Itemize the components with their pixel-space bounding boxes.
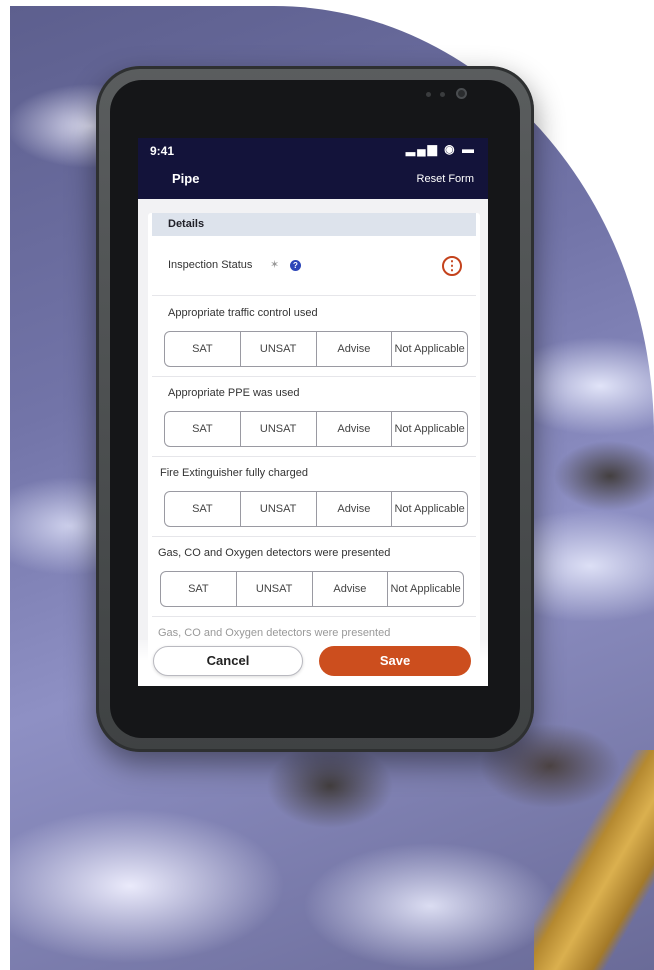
answer-segmented-control: SAT UNSAT Advise Not Applicable <box>164 411 468 447</box>
option-sat-button[interactable]: SAT <box>161 572 237 606</box>
option-advise-button[interactable]: Advise <box>317 412 393 446</box>
answer-segmented-control: SAT UNSAT Advise Not Applicable <box>160 571 464 607</box>
question-item: Fire Extinguisher fully charged SAT UNSA… <box>152 456 476 537</box>
question-label: Appropriate PPE was used <box>168 387 300 399</box>
option-unsat-button[interactable]: UNSAT <box>241 492 317 526</box>
app-header: 9:41 ▂▄▆ ◉ ▬ Pipe Reset Form <box>138 138 488 199</box>
help-icon[interactable]: ? <box>290 260 301 271</box>
option-unsat-button[interactable]: UNSAT <box>237 572 313 606</box>
option-not-applicable-button[interactable]: Not Applicable <box>392 492 467 526</box>
cancel-button[interactable]: Cancel <box>153 646 303 676</box>
inspection-status-row: Inspection Status ✶ ? ⋮ <box>152 237 476 296</box>
tablet-screen: 9:41 ▂▄▆ ◉ ▬ Pipe Reset Form Details Ins… <box>138 138 488 686</box>
option-sat-button[interactable]: SAT <box>165 332 241 366</box>
option-unsat-button[interactable]: UNSAT <box>241 412 317 446</box>
signal-wifi-battery-icon: ▂▄▆ ◉ ▬ <box>405 142 476 156</box>
option-sat-button[interactable]: SAT <box>165 492 241 526</box>
answer-segmented-control: SAT UNSAT Advise Not Applicable <box>164 491 468 527</box>
question-item: Gas, CO and Oxygen detectors were presen… <box>152 536 476 617</box>
save-button[interactable]: Save <box>319 646 471 676</box>
answer-segmented-control: SAT UNSAT Advise Not Applicable <box>164 331 468 367</box>
sensor-dot <box>440 92 445 97</box>
option-advise-button[interactable]: Advise <box>317 332 393 366</box>
magic-wand-icon: ✶ <box>270 259 280 271</box>
question-item: Appropriate PPE was used SAT UNSAT Advis… <box>152 376 476 457</box>
question-label: Fire Extinguisher fully charged <box>160 467 308 479</box>
option-not-applicable-button[interactable]: Not Applicable <box>392 412 467 446</box>
inspection-status-label: Inspection Status <box>168 259 253 271</box>
more-options-icon[interactable]: ⋮ <box>442 256 462 276</box>
option-sat-button[interactable]: SAT <box>165 412 241 446</box>
option-advise-button[interactable]: Advise <box>317 492 393 526</box>
reset-form-button[interactable]: Reset Form <box>417 173 474 185</box>
question-label: Appropriate traffic control used <box>168 307 318 319</box>
option-not-applicable-button[interactable]: Not Applicable <box>388 572 463 606</box>
camera-icon <box>456 88 467 99</box>
question-label: Gas, CO and Oxygen detectors were presen… <box>158 627 391 639</box>
question-label: Gas, CO and Oxygen detectors were presen… <box>158 547 391 559</box>
action-bar: Cancel Save <box>138 640 488 686</box>
sensor-dot <box>426 92 431 97</box>
page-title: Pipe <box>172 171 200 186</box>
option-not-applicable-button[interactable]: Not Applicable <box>392 332 467 366</box>
form-card: Details Inspection Status ✶ ? ⋮ Appropri… <box>148 213 480 686</box>
option-advise-button[interactable]: Advise <box>313 572 389 606</box>
status-time: 9:41 <box>150 144 175 158</box>
question-item: Appropriate traffic control used SAT UNS… <box>152 296 476 377</box>
option-unsat-button[interactable]: UNSAT <box>241 332 317 366</box>
pipe-beam <box>534 750 654 970</box>
details-section-header: Details <box>152 213 476 236</box>
